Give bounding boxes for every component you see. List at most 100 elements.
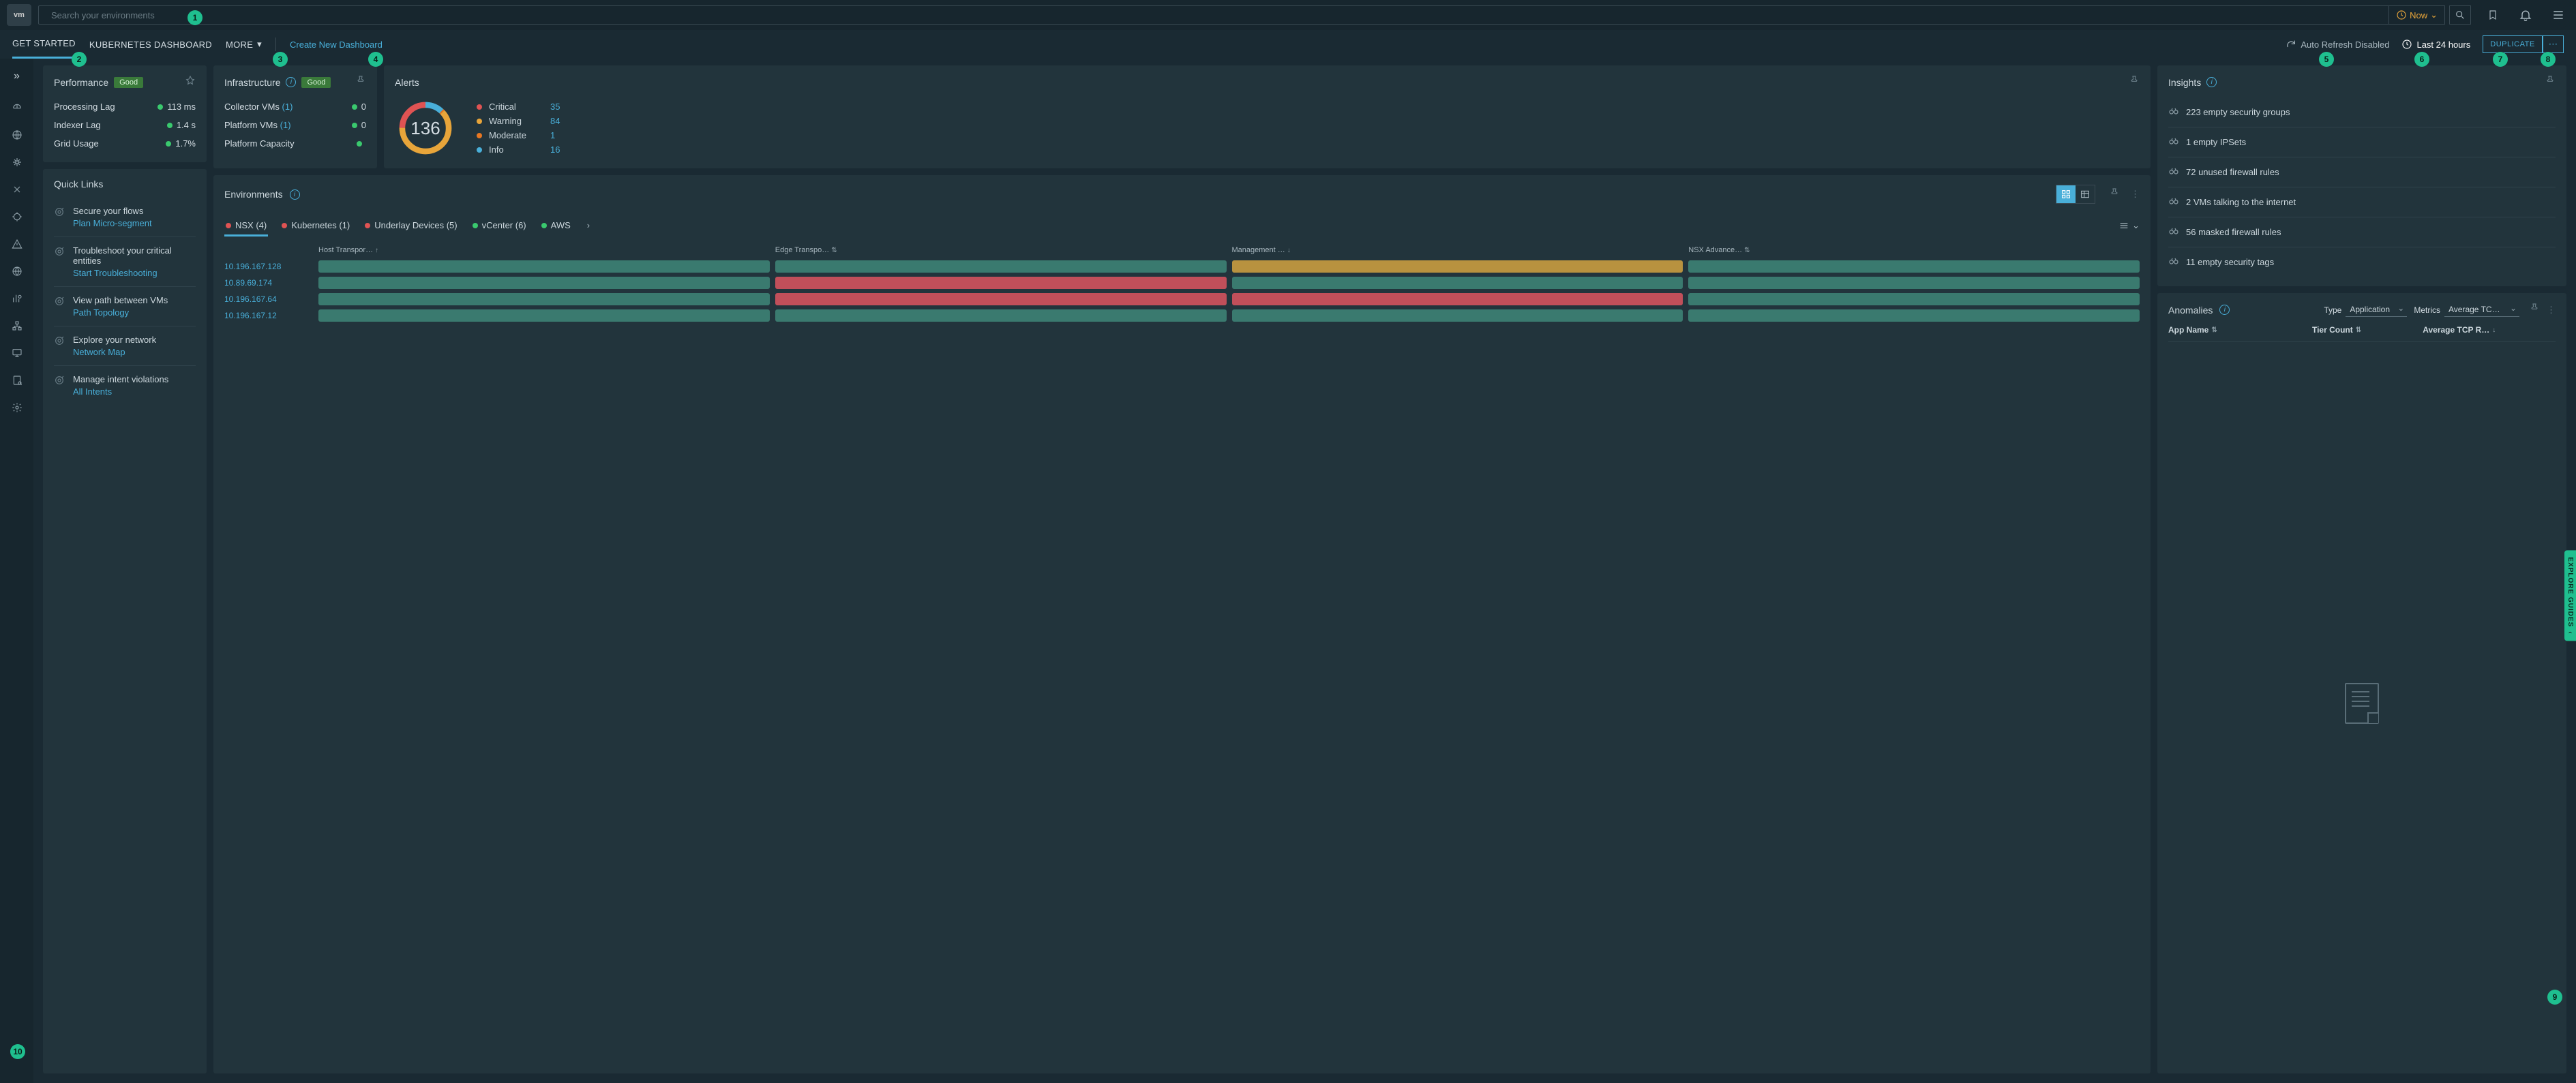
col-app-name[interactable]: App Name⇅ (2168, 325, 2312, 335)
status-pill[interactable] (1232, 260, 1683, 273)
grid-view-button[interactable] (2056, 185, 2076, 203)
metric-count-link[interactable]: (1) (282, 102, 293, 112)
status-pill[interactable] (1688, 277, 2140, 289)
status-pill[interactable] (1688, 260, 2140, 273)
insight-row[interactable]: 56 masked firewall rules (2168, 217, 2556, 247)
duplicate-button[interactable]: DUPLICATE (2483, 35, 2542, 53)
nav-globe-icon[interactable] (6, 124, 28, 146)
status-dot (357, 141, 362, 147)
nav-target-icon[interactable] (6, 206, 28, 228)
alert-legend-row[interactable]: Critical 35 (477, 102, 571, 112)
quick-link-action[interactable]: Start Troubleshooting (73, 268, 196, 278)
bookmark-button[interactable] (2482, 5, 2504, 25)
type-select[interactable]: Application (2346, 303, 2407, 317)
kebab-menu-icon[interactable]: ⋮ (2131, 189, 2140, 200)
status-pill[interactable] (318, 309, 770, 322)
env-ip-link[interactable]: 10.196.167.12 (224, 311, 313, 320)
status-pill[interactable] (318, 293, 770, 305)
metrics-select[interactable]: Average TC… (2444, 303, 2519, 317)
env-ip-link[interactable]: 10.89.69.174 (224, 278, 313, 288)
info-icon[interactable]: i (2206, 77, 2217, 87)
quick-link-action[interactable]: Network Map (73, 347, 156, 357)
list-view-toggle[interactable]: ⌄ (2118, 220, 2140, 231)
nav-monitor-icon[interactable] (6, 342, 28, 364)
col-nsx-advanced[interactable]: NSX Advance…⇅ (1688, 246, 2140, 254)
status-pill[interactable] (775, 293, 1227, 305)
tab-more[interactable]: MORE ▾ (226, 31, 262, 58)
status-pill[interactable] (1232, 309, 1683, 322)
pin-icon[interactable] (2129, 75, 2140, 89)
status-pill[interactable] (1688, 293, 2140, 305)
insight-row[interactable]: 11 empty security tags (2168, 247, 2556, 277)
hamburger-menu[interactable] (2547, 5, 2569, 25)
pin-icon[interactable] (2109, 187, 2120, 202)
status-pill[interactable] (318, 277, 770, 289)
create-dashboard-link[interactable]: Create New Dashboard (290, 40, 383, 50)
kebab-menu-icon[interactable]: ⋮ (2547, 305, 2556, 316)
info-icon[interactable]: i (286, 77, 296, 87)
info-icon[interactable]: i (290, 189, 300, 200)
nav-dashboard-icon[interactable] (6, 97, 28, 119)
pin-icon[interactable] (185, 75, 196, 89)
auto-refresh-toggle[interactable]: Auto Refresh Disabled (2286, 39, 2389, 50)
alert-legend-row[interactable]: Moderate 1 (477, 130, 571, 140)
status-pill[interactable] (1688, 309, 2140, 322)
insights-card: Insights i 223 empty security groups 1 e… (2157, 65, 2566, 286)
info-icon[interactable]: i (2219, 305, 2230, 315)
nav-hierarchy-icon[interactable] (6, 315, 28, 337)
status-pill[interactable] (1232, 277, 1683, 289)
status-pill[interactable] (775, 309, 1227, 322)
pin-icon[interactable] (2529, 303, 2540, 317)
search-button[interactable] (2449, 5, 2471, 25)
status-pill[interactable] (1232, 293, 1683, 305)
status-pill[interactable] (318, 260, 770, 273)
notifications-button[interactable] (2515, 5, 2536, 25)
explore-guides-tab[interactable]: EXPLORE GUIDES ‹ (2564, 550, 2576, 641)
quick-link-action[interactable]: Plan Micro-segment (73, 218, 152, 228)
expand-nav-icon[interactable]: » (6, 65, 28, 87)
timerange-selector[interactable]: Last 24 hours (2401, 39, 2470, 50)
pin-icon[interactable] (2545, 75, 2556, 89)
env-tab[interactable]: AWS (540, 215, 572, 236)
insight-row[interactable]: 2 VMs talking to the internet (2168, 187, 2556, 217)
env-tab[interactable]: NSX (4) (224, 215, 268, 236)
nav-topology-icon[interactable] (6, 151, 28, 173)
alert-legend-row[interactable]: Info 16 (477, 144, 571, 155)
col-edge-transport[interactable]: Edge Transpo…⇅ (775, 246, 1227, 254)
col-host-transport[interactable]: Host Transpor…↑ (318, 246, 770, 254)
status-pill[interactable] (775, 277, 1227, 289)
env-tab[interactable]: Underlay Devices (5) (363, 215, 458, 236)
status-pill[interactable] (775, 260, 1227, 273)
nav-alerts-icon[interactable] (6, 233, 28, 255)
vmware-logo[interactable]: vm (7, 4, 31, 26)
nav-analytics-icon[interactable] (6, 288, 28, 309)
env-tab-label: NSX (4) (235, 220, 267, 230)
col-tier-count[interactable]: Tier Count⇅ (2312, 325, 2423, 335)
env-tab[interactable]: Kubernetes (1) (280, 215, 351, 236)
nav-tools-icon[interactable] (6, 179, 28, 200)
alert-legend-row[interactable]: Warning 84 (477, 116, 571, 126)
nav-reports-icon[interactable] (6, 369, 28, 391)
insight-row[interactable]: 223 empty security groups (2168, 97, 2556, 127)
quick-link-action[interactable]: All Intents (73, 386, 168, 397)
quick-link-action[interactable]: Path Topology (73, 307, 168, 318)
chevron-right-icon[interactable]: › (587, 220, 590, 230)
status-dot (226, 223, 231, 228)
nav-network-icon[interactable] (6, 260, 28, 282)
time-now-button[interactable]: Now ⌄ (2389, 5, 2445, 25)
col-avg-tcp[interactable]: Average TCP R…↓ (2423, 325, 2556, 335)
env-tab[interactable]: vCenter (6) (471, 215, 528, 236)
tab-get-started[interactable]: GET STARTED (12, 30, 76, 59)
nav-settings-icon[interactable] (6, 397, 28, 418)
col-management[interactable]: Management …↓ (1232, 246, 1683, 254)
metric-count-link[interactable]: (1) (280, 120, 291, 130)
insight-row[interactable]: 72 unused firewall rules (2168, 157, 2556, 187)
table-view-button[interactable] (2076, 185, 2095, 203)
env-ip-link[interactable]: 10.196.167.64 (224, 294, 313, 304)
insight-row[interactable]: 1 empty IPSets (2168, 127, 2556, 157)
search-input[interactable] (38, 5, 2389, 25)
dashboard-more-button[interactable]: ⋯ (2543, 35, 2564, 53)
env-ip-link[interactable]: 10.196.167.128 (224, 262, 313, 271)
tab-kubernetes-dashboard[interactable]: KUBERNETES DASHBOARD (89, 31, 212, 58)
pin-icon[interactable] (355, 75, 366, 89)
